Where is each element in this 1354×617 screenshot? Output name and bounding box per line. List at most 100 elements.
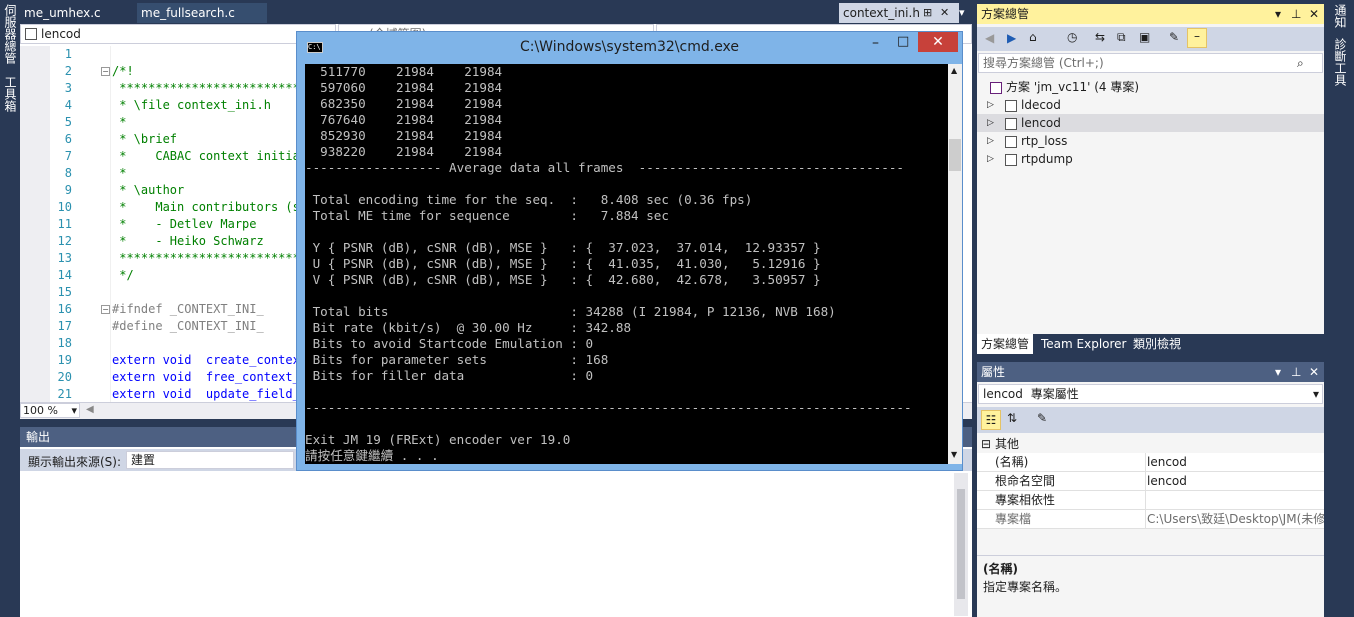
scroll-up-icon[interactable]: ▲ (951, 66, 957, 75)
fold-toggle-icon[interactable]: − (101, 67, 110, 76)
cmd-window[interactable]: C:\ C:\Windows\system32\cmd.exe – □ ✕ 51… (296, 31, 963, 471)
line-number: 5 (64, 115, 72, 129)
categorized-icon[interactable]: ☷ (981, 410, 1001, 430)
wrench-icon[interactable]: ✎ (1037, 411, 1047, 425)
collapse-icon[interactable]: ⊟ (981, 435, 991, 453)
console-line: Bits for parameter sets : 168 (305, 352, 609, 367)
property-row[interactable]: 根命名空間 lencod (977, 472, 1324, 491)
cmd-scrollbar[interactable]: ▲ ▼ (948, 64, 962, 464)
close-icon[interactable]: ✕ (1309, 362, 1319, 382)
property-category[interactable]: ⊟ 其他 (977, 435, 1324, 453)
line-number: 11 (57, 217, 72, 231)
property-row[interactable]: (名稱) lencod (977, 453, 1324, 472)
property-row[interactable]: 專案相依性 (977, 491, 1324, 510)
line-number: 6 (64, 132, 72, 146)
output-source-label: 顯示輸出來源(S): (28, 455, 122, 469)
properties-toolbar: ☷ ⇅ ✎ (977, 407, 1324, 433)
close-button[interactable]: ✕ (918, 32, 958, 52)
code-line: * (112, 115, 127, 129)
alphabetical-icon[interactable]: ⇅ (1007, 411, 1017, 425)
tab-me-fullsearch[interactable]: me_fullsearch.c (137, 3, 267, 23)
solution-search-input[interactable]: 搜尋方案總管 (Ctrl+;) ⌕ (978, 53, 1323, 73)
show-all-icon[interactable]: ▣ (1139, 30, 1150, 44)
server-explorer-tab[interactable]: 伺服器總管 (2, 4, 19, 64)
line-number: 1 (64, 47, 72, 61)
solution-panel-tabs: 方案總管 Team Explorer 類別檢視 (977, 334, 1324, 356)
dropdown-icon[interactable]: ▾ (1275, 4, 1281, 24)
project-icon (1005, 117, 1017, 130)
pin-icon[interactable]: ⊥ (1291, 4, 1301, 24)
cmd-titlebar[interactable]: C:\ C:\Windows\system32\cmd.exe – □ ✕ (297, 32, 962, 62)
minimize-icon[interactable]: – (872, 35, 879, 51)
tab-solution-explorer[interactable]: 方案總管 (977, 334, 1034, 354)
diagnostic-tools-tab[interactable]: 診斷工具 (1332, 38, 1349, 86)
solution-root[interactable]: 方案 'jm_vc11' (4 專案) (990, 78, 1139, 96)
sync-icon[interactable]: ⇆ (1095, 30, 1105, 44)
chevron-down-icon: ▾ (1313, 387, 1320, 401)
console-line: Bits to avoid Startcode Emulation : 0 (305, 336, 594, 351)
scroll-down-icon[interactable]: ▼ (951, 450, 957, 459)
console-line: V { PSNR (dB), cSNR (dB), MSE } : { 42.6… (305, 272, 821, 287)
tab-dropdown-icon[interactable]: ▾ (959, 3, 965, 23)
code-line: * - Detlev Marpe (112, 217, 257, 231)
dropdown-icon[interactable]: ▾ (1275, 362, 1281, 382)
zoom-dropdown[interactable]: 100 % ▾ (20, 403, 80, 418)
solution-icon (990, 81, 1002, 94)
solution-explorer-title: 方案總管 ▾ ⊥ ✕ (977, 4, 1324, 24)
expand-arrow-icon[interactable]: ▷ (987, 132, 994, 150)
history-icon[interactable]: ◷ (1067, 30, 1077, 44)
project-nav-dropdown[interactable]: lencod (20, 24, 336, 44)
right-tool-strip: 通知 診斷工具 (1324, 0, 1354, 617)
tree-item-rtpdump[interactable]: ▷ rtpdump (977, 150, 1324, 168)
console-line: Total encoding time for the seq. : 8.408… (305, 192, 753, 207)
output-scrollbar[interactable] (954, 473, 968, 616)
pin-icon[interactable]: ⊥ (1291, 362, 1301, 382)
properties-title: 屬性 ▾ ⊥ ✕ (977, 362, 1324, 382)
console-line: 請按任意鍵繼續 . . . (305, 448, 439, 463)
tab-team-explorer[interactable]: Team Explorer (1037, 334, 1131, 354)
output-source-select[interactable]: 建置 (126, 451, 294, 469)
maximize-icon[interactable]: □ (897, 34, 909, 49)
scroll-thumb[interactable] (949, 139, 961, 171)
tab-me-umhex[interactable]: me_umhex.c (20, 3, 130, 23)
forward-icon[interactable]: ▶ (1007, 31, 1016, 45)
console-line: 511770 21984 21984 (305, 64, 503, 79)
back-icon[interactable]: ◀ (985, 31, 994, 45)
preview-icon[interactable]: – (1187, 28, 1207, 48)
line-number: 20 (57, 370, 72, 384)
code-line: * - Heiko Schwarz (112, 234, 264, 248)
close-icon[interactable]: ✕ (1309, 4, 1319, 24)
search-icon[interactable]: ⌕ (1297, 54, 1304, 72)
line-number: 4 (64, 98, 72, 112)
console-line: 938220 21984 21984 (305, 144, 503, 159)
tree-item-lencod[interactable]: ▷ lencod (977, 114, 1324, 132)
toolbox-tab[interactable]: 工具箱 (2, 76, 19, 112)
close-tab-icon[interactable]: ✕ (940, 3, 949, 23)
notifications-tab[interactable]: 通知 (1332, 4, 1349, 28)
pin-tab-icon[interactable]: ⊞ (923, 3, 932, 23)
line-number: 2 (64, 64, 72, 78)
wrench-icon[interactable]: ✎ (1169, 30, 1179, 44)
scroll-left-icon[interactable]: ◀ (86, 404, 94, 415)
line-number: 3 (64, 81, 72, 95)
home-icon[interactable]: ⌂ (1029, 30, 1037, 44)
collapse-icon[interactable]: ⧉ (1117, 30, 1126, 45)
tree-item-rtp-loss[interactable]: ▷ rtp_loss (977, 132, 1324, 150)
expand-arrow-icon[interactable]: ▷ (987, 114, 994, 132)
console-line: 597060 21984 21984 (305, 80, 503, 95)
expand-arrow-icon[interactable]: ▷ (987, 150, 994, 168)
property-row[interactable]: 專案檔 C:\Users\致廷\Desktop\JM(未修 (977, 510, 1324, 529)
tab-class-view[interactable]: 類別檢視 (1129, 334, 1185, 354)
console-line: Total bits : 34288 (I 21984, P 12136, NV… (305, 304, 836, 319)
cmd-title: C:\Windows\system32\cmd.exe (519, 39, 740, 55)
properties-object-select[interactable]: lencod 專案屬性 ▾ (978, 384, 1323, 404)
expand-arrow-icon[interactable]: ▷ (987, 96, 994, 114)
code-line: * Main contributors (s (112, 200, 300, 214)
solution-tree: 方案 'jm_vc11' (4 專案) ▷ ldecod ▷ lencod ▷ … (977, 76, 1324, 332)
tree-item-ldecod[interactable]: ▷ ldecod (977, 96, 1324, 114)
code-line: extern void update_field_ (112, 387, 300, 401)
fold-toggle-icon[interactable]: − (101, 305, 110, 314)
cmd-console[interactable]: 511770 21984 21984 597060 21984 21984 68… (305, 64, 948, 464)
console-line: Bits for filler data : 0 (305, 368, 594, 383)
code-line: extern void create_contex (112, 353, 300, 367)
